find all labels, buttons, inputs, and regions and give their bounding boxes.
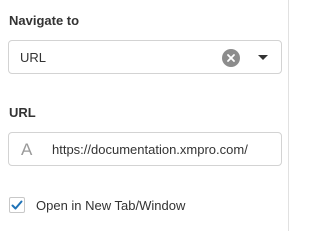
navigate-to-selected-value: URL xyxy=(20,50,47,65)
open-new-tab-label: Open in New Tab/Window xyxy=(36,197,186,213)
chevron-down-icon[interactable] xyxy=(258,55,268,60)
clear-icon[interactable] xyxy=(222,49,240,67)
clear-x-glyph xyxy=(227,54,235,62)
open-new-tab-row[interactable]: Open in New Tab/Window xyxy=(9,196,185,214)
navigate-to-label: Navigate to xyxy=(9,13,80,28)
panel-right-edge xyxy=(288,0,297,231)
text-type-icon: A xyxy=(21,140,33,159)
url-value[interactable]: https://documentation.xmpro.com/ xyxy=(52,142,248,157)
url-label: URL xyxy=(9,105,36,120)
url-field[interactable]: A https://documentation.xmpro.com/ xyxy=(8,132,282,166)
navigate-to-select[interactable]: URL xyxy=(8,40,282,74)
open-new-tab-checkbox[interactable] xyxy=(9,197,25,213)
properties-panel: Navigate to URL URL A https://documentat… xyxy=(0,0,297,231)
checkmark-icon xyxy=(11,200,23,210)
